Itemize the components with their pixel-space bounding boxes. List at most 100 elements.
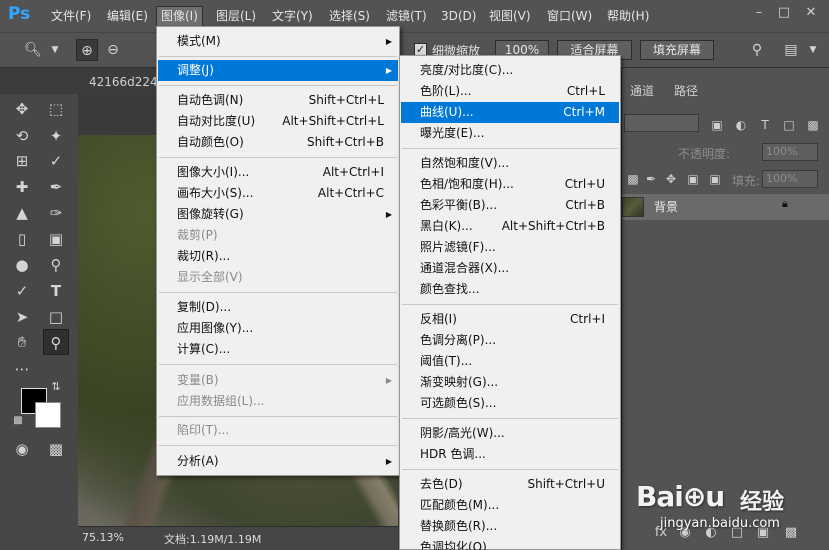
lock-artboard-icon[interactable]: ▣ [684, 170, 702, 188]
healing-brush-icon[interactable]: ✚ [9, 174, 35, 200]
menu-item-brightness-contrast[interactable]: 亮度/对比度(C)... [401, 60, 619, 81]
gradient-icon[interactable]: ▣ [43, 226, 69, 252]
pen-icon[interactable]: ✓ [9, 278, 35, 304]
search-icon[interactable]: ⚲ [746, 39, 768, 61]
menu-item-threshold[interactable]: 阈值(T)... [401, 351, 619, 372]
menu-item-hdr-toning[interactable]: HDR 色调... [401, 444, 619, 465]
filter-adjust-icon[interactable]: ◐ [732, 116, 750, 134]
magic-wand-icon[interactable]: ✦ [43, 123, 69, 149]
swap-colors-icon[interactable]: ⇅ [47, 378, 65, 396]
menu-file[interactable]: 文件(F) [47, 7, 95, 26]
menu-item-selective-color[interactable]: 可选颜色(S)... [401, 393, 619, 414]
menu-item-photo-filter[interactable]: 照片滤镜(F)... [401, 237, 619, 258]
menu-image[interactable]: 图像(I) [156, 6, 203, 27]
opacity-field[interactable]: 100% [762, 143, 818, 161]
zoom-in-icon[interactable]: ⊕ [76, 39, 98, 61]
menu-item-apply-image[interactable]: 应用图像(Y)... [158, 318, 398, 339]
screen-mode-icon[interactable]: ▩ [43, 436, 69, 462]
menu-edit[interactable]: 编辑(E) [103, 7, 152, 26]
menu-item-analysis[interactable]: 分析(A) ▶ [158, 451, 398, 472]
menu-help[interactable]: 帮助(H) [603, 7, 653, 26]
menu-item-trim[interactable]: 裁切(R)... [158, 246, 398, 267]
menu-window[interactable]: 窗口(W) [543, 7, 596, 26]
menu-item-posterize[interactable]: 色调分离(P)... [401, 330, 619, 351]
menu-item-auto-tone[interactable]: 自动色调(N) Shift+Ctrl+L [158, 90, 398, 111]
minimize-icon[interactable]: – [748, 3, 770, 23]
menu-item-canvas-size[interactable]: 画布大小(S)... Alt+Ctrl+C [158, 183, 398, 204]
menu-item-equalize[interactable]: 色调均化(Q) [401, 537, 619, 550]
menu-item-vibrance[interactable]: 自然饱和度(V)... [401, 153, 619, 174]
lock-transparent-icon[interactable]: ▩ [624, 170, 642, 188]
workspace-dropdown-icon[interactable]: ▼ [802, 39, 824, 61]
filter-shape-icon[interactable]: □ [780, 116, 798, 134]
fill-field[interactable]: 100% [762, 170, 818, 188]
more-tools-icon[interactable]: ⋯ [9, 356, 35, 382]
menu-item-hue-saturation[interactable]: 色相/饱和度(H)... Ctrl+U [401, 174, 619, 195]
tab-paths[interactable]: 路径 [674, 79, 698, 103]
rectangle-icon[interactable]: □ [43, 304, 69, 330]
menu-item-levels[interactable]: 色阶(L)... Ctrl+L [401, 81, 619, 102]
lock-all-icon[interactable]: ▣ [706, 170, 724, 188]
move-icon[interactable]: ✥ [9, 96, 35, 122]
menu-item-black-white[interactable]: 黑白(K)... Alt+Shift+Ctrl+B [401, 216, 619, 237]
menu-type[interactable]: 文字(Y) [268, 7, 317, 26]
zoom-icon[interactable]: ⚲ [43, 329, 69, 355]
tab-channels[interactable]: 通道 [630, 79, 654, 103]
menu-item-calculations[interactable]: 计算(C)... [158, 339, 398, 360]
menu-item-shadows-highlights[interactable]: 阴影/高光(W)... [401, 423, 619, 444]
menu-item-color-balance[interactable]: 色彩平衡(B)... Ctrl+B [401, 195, 619, 216]
layer-row[interactable]: 背景 🔒︎ [622, 194, 829, 220]
menu-item-mode[interactable]: 模式(M) ▶ [158, 31, 398, 52]
zoom-out-icon[interactable]: ⊖ [102, 39, 124, 61]
menu-item-adjustments[interactable]: 调整(J) ▶ [158, 60, 398, 81]
blend-mode-select[interactable] [624, 114, 699, 132]
menu-item-image-rotation[interactable]: 图像旋转(G) ▶ [158, 204, 398, 225]
menu-item-image-size[interactable]: 图像大小(I)... Alt+Ctrl+I [158, 162, 398, 183]
zoom-readout[interactable]: 75.13% [82, 531, 124, 544]
chevron-down-icon[interactable]: ▼ [44, 39, 66, 61]
menu-item-gradient-map[interactable]: 渐变映射(G)... [401, 372, 619, 393]
default-colors-icon[interactable]: ▩ [9, 412, 27, 430]
history-brush-icon[interactable]: ✑ [43, 200, 69, 226]
menu-item-invert[interactable]: 反相(I) Ctrl+I [401, 309, 619, 330]
background-color-swatch[interactable] [35, 402, 61, 428]
crop-icon[interactable]: ⊞ [9, 148, 35, 174]
menu-item-duplicate[interactable]: 复制(D)... [158, 297, 398, 318]
menu-item-exposure[interactable]: 曝光度(E)... [401, 123, 619, 144]
lasso-icon[interactable]: ⟲ [9, 123, 35, 149]
lock-position-icon[interactable]: ✥ [662, 170, 680, 188]
close-icon[interactable]: ✕ [800, 3, 822, 23]
eraser-icon[interactable]: ▯ [9, 226, 35, 252]
stamp-icon[interactable]: ▲ [9, 200, 35, 226]
path-select-icon[interactable]: ➤ [9, 304, 35, 330]
menu-item-match-color[interactable]: 匹配颜色(M)... [401, 495, 619, 516]
quick-mask-icon[interactable]: ◉ [9, 436, 35, 462]
filter-smart-icon[interactable]: ▩ [804, 116, 822, 134]
menu-filter[interactable]: 滤镜(T) [382, 7, 431, 26]
brush-icon[interactable]: ✒ [43, 174, 69, 200]
menu-item-auto-color[interactable]: 自动颜色(O) Shift+Ctrl+B [158, 132, 398, 153]
menu-select[interactable]: 选择(S) [325, 7, 374, 26]
menu-view[interactable]: 视图(V) [485, 7, 535, 26]
zoom-tool-icon[interactable]: 🔍︎ [22, 39, 44, 61]
layer-name[interactable]: 背景 [654, 198, 678, 215]
maximize-icon[interactable]: □ [773, 3, 795, 23]
workspace-icon[interactable]: ▤ [780, 39, 802, 61]
blur-icon[interactable]: ● [9, 252, 35, 278]
menu-item-color-lookup[interactable]: 颜色查找... [401, 279, 619, 300]
eyedropper-icon[interactable]: ✓ [43, 148, 69, 174]
type-icon[interactable]: T [43, 278, 69, 304]
document-tab[interactable]: 42166d224f [80, 70, 162, 94]
lock-paint-icon[interactable]: ✒ [642, 170, 660, 188]
menu-layer[interactable]: 图层(L) [212, 7, 260, 26]
dodge-icon[interactable]: ⚲ [43, 252, 69, 278]
menu-3d[interactable]: 3D(D) [437, 7, 480, 26]
menu-item-replace-color[interactable]: 替换颜色(R)... [401, 516, 619, 537]
fill-screen-button[interactable]: 填充屏幕 [640, 40, 714, 60]
menu-item-channel-mixer[interactable]: 通道混合器(X)... [401, 258, 619, 279]
filter-pixel-icon[interactable]: ▣ [708, 116, 726, 134]
hand-icon[interactable]: ✋︎ [9, 329, 35, 355]
filter-type-icon[interactable]: T [756, 116, 774, 134]
menu-item-curves[interactable]: 曲线(U)... Ctrl+M [401, 102, 619, 123]
menu-item-auto-contrast[interactable]: 自动对比度(U) Alt+Shift+Ctrl+L [158, 111, 398, 132]
